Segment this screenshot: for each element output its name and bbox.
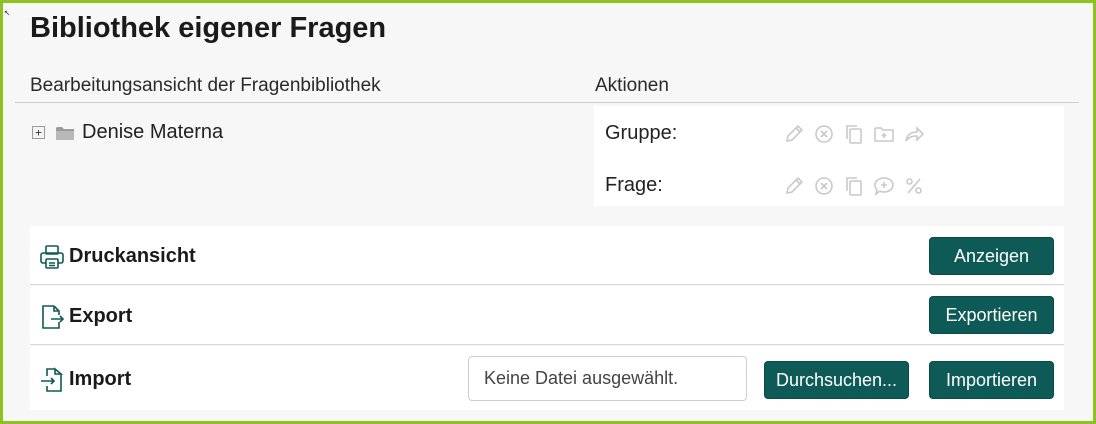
- delete-group-circle-icon[interactable]: [813, 123, 835, 145]
- import-button[interactable]: Importieren: [929, 361, 1054, 399]
- add-folder-icon[interactable]: [873, 123, 895, 145]
- browse-button[interactable]: Durchsuchen...: [764, 361, 909, 399]
- edit-group-pencil-icon[interactable]: [783, 123, 805, 145]
- cursor-icon: ↖: [4, 7, 11, 18]
- expand-icon[interactable]: +: [32, 126, 45, 139]
- copy-group-icon[interactable]: [843, 123, 865, 145]
- actions-panel: Gruppe: Frage:: [594, 106, 1064, 206]
- page-title: Bibliothek eigener Fragen: [30, 12, 387, 44]
- export-button[interactable]: Exportieren: [929, 296, 1054, 334]
- header-divider: [15, 102, 1079, 103]
- copy-question-icon[interactable]: [843, 175, 865, 197]
- export-section: Export Exportieren: [30, 286, 1064, 345]
- show-print-button[interactable]: Anzeigen: [929, 237, 1054, 275]
- add-comment-icon[interactable]: [873, 175, 895, 197]
- group-actions-row: Gruppe:: [605, 122, 925, 145]
- export-section-title: Export: [69, 305, 133, 327]
- actions-header: Aktionen: [595, 75, 669, 96]
- import-section: Import Keine Datei ausgewählt. Durchsuch…: [30, 346, 1064, 410]
- question-actions-label: Frage:: [605, 174, 663, 196]
- print-section-title: Druckansicht: [69, 245, 196, 267]
- share-arrow-icon[interactable]: [903, 123, 925, 145]
- print-section: Druckansicht Anzeigen: [30, 226, 1064, 285]
- export-file-icon: [42, 305, 65, 329]
- folder-icon: [56, 126, 74, 140]
- import-section-title: Import: [69, 368, 132, 390]
- delete-question-circle-icon[interactable]: [813, 175, 835, 197]
- import-file-icon: [41, 367, 64, 392]
- printer-icon: [40, 245, 64, 269]
- file-input[interactable]: Keine Datei ausgewählt.: [468, 356, 747, 401]
- percent-icon[interactable]: [903, 175, 925, 197]
- group-actions-label: Gruppe:: [605, 122, 678, 144]
- library-view-header: Bearbeitungsansicht der Fragenbibliothek: [30, 75, 381, 96]
- tree-node-root[interactable]: + Denise Materna: [32, 121, 223, 144]
- edit-question-pencil-icon[interactable]: [783, 175, 805, 197]
- tree-node-label[interactable]: Denise Materna: [82, 121, 223, 144]
- question-actions-row: Frage:: [605, 174, 925, 197]
